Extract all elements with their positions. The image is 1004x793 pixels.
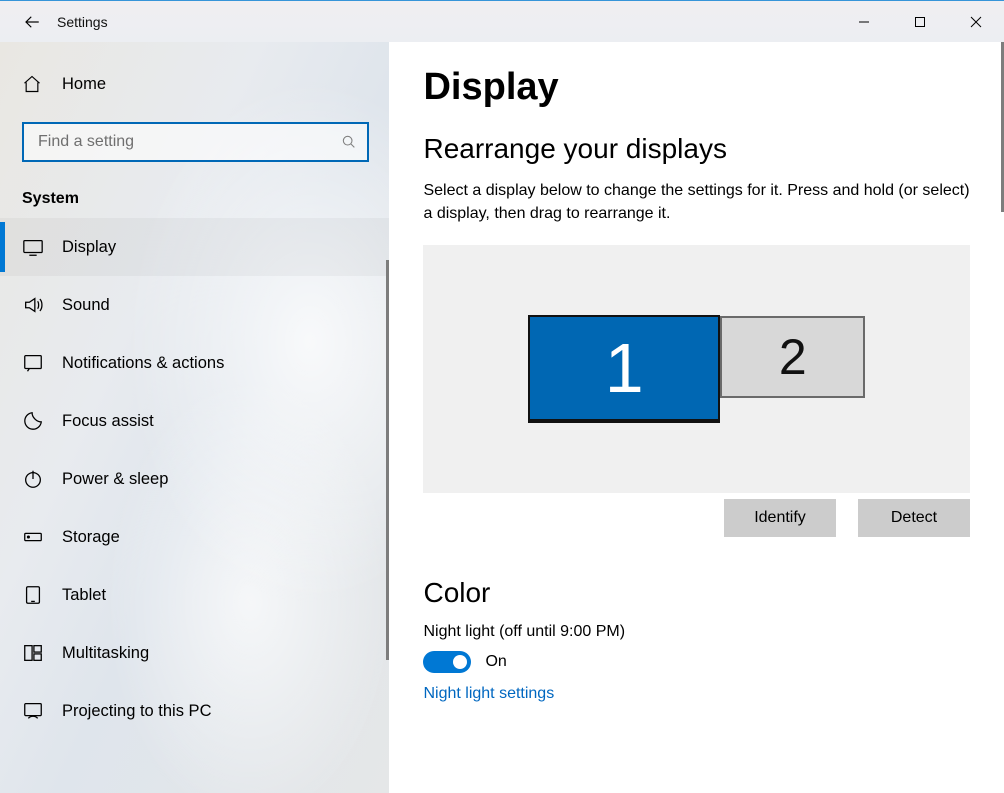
multitasking-icon bbox=[22, 642, 50, 664]
night-light-state: On bbox=[485, 653, 506, 671]
main-pane: Display Rearrange your displays Select a… bbox=[389, 42, 1004, 793]
sidebar-item-label: Multitasking bbox=[62, 644, 149, 663]
sidebar-item-label: Display bbox=[62, 238, 116, 257]
sidebar-item-power-sleep[interactable]: Power & sleep bbox=[0, 450, 389, 508]
window-title: Settings bbox=[57, 14, 108, 30]
sidebar-category: System bbox=[22, 190, 389, 208]
search-input[interactable] bbox=[36, 132, 341, 152]
monitor-2[interactable]: 2 bbox=[720, 316, 865, 398]
focus-assist-icon bbox=[22, 410, 50, 432]
rearrange-heading: Rearrange your displays bbox=[423, 133, 970, 165]
sidebar-home-label: Home bbox=[62, 75, 106, 94]
title-bar: Settings bbox=[0, 0, 1004, 42]
sidebar-item-focus-assist[interactable]: Focus assist bbox=[0, 392, 389, 450]
sidebar-item-label: Tablet bbox=[62, 586, 106, 605]
sidebar-item-label: Power & sleep bbox=[62, 470, 168, 489]
rearrange-description: Select a display below to change the set… bbox=[423, 179, 970, 225]
sidebar-item-label: Notifications & actions bbox=[62, 354, 224, 373]
display-icon bbox=[22, 236, 50, 258]
sidebar-item-projecting[interactable]: Projecting to this PC bbox=[0, 682, 389, 740]
close-button[interactable] bbox=[948, 1, 1004, 43]
monitor-1[interactable]: 1 bbox=[528, 315, 720, 423]
search-box[interactable] bbox=[22, 122, 369, 162]
night-light-label: Night light (off until 9:00 PM) bbox=[423, 623, 970, 641]
power-icon bbox=[22, 468, 50, 490]
tablet-icon bbox=[22, 584, 50, 606]
sidebar-item-notifications[interactable]: Notifications & actions bbox=[0, 334, 389, 392]
maximize-button[interactable] bbox=[892, 1, 948, 43]
home-icon bbox=[22, 74, 50, 94]
sidebar-nav: Display Sound Notifications & actions bbox=[0, 218, 389, 740]
sidebar-item-sound[interactable]: Sound bbox=[0, 276, 389, 334]
sidebar: Home System Display bbox=[0, 42, 389, 793]
sidebar-item-label: Projecting to this PC bbox=[62, 702, 211, 721]
color-heading: Color bbox=[423, 577, 970, 609]
sidebar-item-label: Sound bbox=[62, 296, 110, 315]
projecting-icon bbox=[22, 700, 50, 722]
sidebar-item-label: Focus assist bbox=[62, 412, 154, 431]
minimize-button[interactable] bbox=[836, 1, 892, 43]
sidebar-item-display[interactable]: Display bbox=[0, 218, 389, 276]
sidebar-item-multitasking[interactable]: Multitasking bbox=[0, 624, 389, 682]
night-light-toggle[interactable] bbox=[423, 651, 471, 673]
storage-icon bbox=[22, 526, 50, 548]
back-button[interactable] bbox=[21, 11, 43, 33]
detect-button[interactable]: Detect bbox=[858, 499, 970, 537]
sound-icon bbox=[22, 294, 50, 316]
search-icon bbox=[341, 134, 357, 150]
sidebar-item-label: Storage bbox=[62, 528, 120, 547]
identify-button[interactable]: Identify bbox=[724, 499, 836, 537]
sidebar-home[interactable]: Home bbox=[0, 54, 389, 114]
sidebar-item-tablet[interactable]: Tablet bbox=[0, 566, 389, 624]
notifications-icon bbox=[22, 352, 50, 374]
night-light-settings-link[interactable]: Night light settings bbox=[423, 685, 554, 702]
sidebar-item-storage[interactable]: Storage bbox=[0, 508, 389, 566]
display-arrangement-area[interactable]: 1 2 bbox=[423, 245, 970, 493]
window-controls bbox=[836, 1, 1004, 43]
page-title: Display bbox=[423, 66, 970, 109]
